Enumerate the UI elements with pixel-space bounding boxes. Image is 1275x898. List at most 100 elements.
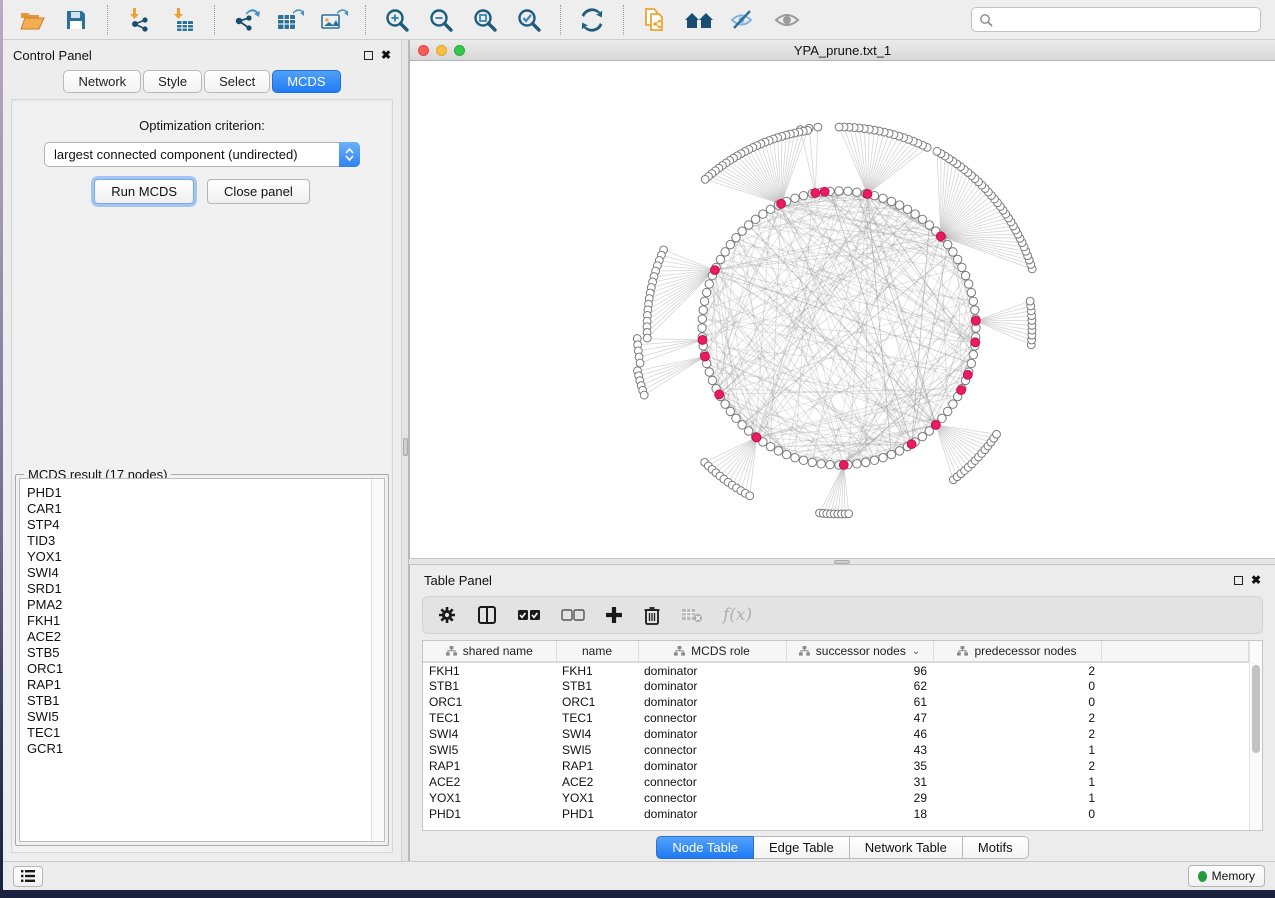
network-node[interactable] <box>967 288 975 296</box>
mcds-result-item[interactable]: YOX1 <box>27 549 384 565</box>
network-node[interactable] <box>853 188 861 196</box>
export-image-button[interactable] <box>315 4 353 36</box>
network-node[interactable] <box>887 197 895 205</box>
mcds-result-item[interactable]: STB5 <box>27 645 384 661</box>
zoom-out-button[interactable] <box>422 4 460 36</box>
run-mcds-button[interactable]: Run MCDS <box>94 179 194 204</box>
network-node[interactable] <box>862 458 870 466</box>
network-leaf-node[interactable] <box>701 175 709 183</box>
mcds-dominator-node[interactable] <box>777 199 786 208</box>
mcds-dominator-node[interactable] <box>710 266 719 275</box>
zoom-fit-button[interactable] <box>466 4 504 36</box>
export-network-button[interactable] <box>227 4 265 36</box>
network-node[interactable] <box>782 450 790 458</box>
criterion-select[interactable]: largest connected component (undirected) <box>44 142 360 167</box>
column-header-successor-nodes[interactable]: successor nodes⌄ <box>786 641 933 662</box>
network-node[interactable] <box>943 240 951 248</box>
network-node[interactable] <box>887 450 895 458</box>
network-graph[interactable] <box>410 61 1274 557</box>
network-node[interactable] <box>911 210 919 218</box>
first-neighbors-button[interactable] <box>680 4 718 36</box>
network-node[interactable] <box>895 447 903 455</box>
mcds-result-list[interactable]: PHD1CAR1STP4TID3YOX1SWI4SRD1PMA2FKH1ACE2… <box>19 478 385 842</box>
column-header-MCDS-role[interactable]: MCDS role <box>638 641 786 662</box>
tab-select[interactable]: Select <box>204 70 270 93</box>
network-node[interactable] <box>943 407 951 415</box>
export-table-button[interactable] <box>271 4 309 36</box>
network-node[interactable] <box>700 297 708 305</box>
table-row[interactable]: YOX1YOX1connector291 <box>423 790 1249 806</box>
table-row[interactable]: ACE2ACE2connector311 <box>423 774 1249 790</box>
mcds-result-item[interactable]: TID3 <box>27 533 384 549</box>
mcds-dominator-node[interactable] <box>963 370 972 379</box>
network-canvas[interactable] <box>410 61 1275 558</box>
network-node[interactable] <box>698 324 706 332</box>
mcds-dominator-node[interactable] <box>701 352 710 361</box>
delete-column-button[interactable] <box>643 605 661 625</box>
save-session-button[interactable] <box>57 4 95 36</box>
table-settings-button[interactable] <box>437 605 457 625</box>
mcds-list-scrollbar[interactable] <box>371 479 384 841</box>
network-node[interactable] <box>705 368 713 376</box>
network-node[interactable] <box>961 271 969 279</box>
mcds-dominator-node[interactable] <box>820 187 829 196</box>
mcds-result-item[interactable]: PHD1 <box>27 485 384 501</box>
network-node[interactable] <box>726 240 734 248</box>
mcds-result-item[interactable]: STP4 <box>27 517 384 533</box>
close-panel-button[interactable]: Close panel <box>207 179 310 204</box>
mcds-dominator-node[interactable] <box>863 190 872 199</box>
network-node[interactable] <box>721 248 729 256</box>
show-all-button[interactable] <box>768 4 806 36</box>
horizontal-splitter[interactable] <box>409 558 1275 565</box>
network-node[interactable] <box>732 233 740 241</box>
network-node[interactable] <box>738 421 746 429</box>
mcds-result-item[interactable]: CAR1 <box>27 501 384 517</box>
table-row[interactable]: SWI4SWI4dominator462 <box>423 726 1249 742</box>
table-row[interactable]: TEC1TEC1connector472 <box>423 710 1249 726</box>
mcds-dominator-node[interactable] <box>698 336 707 345</box>
network-node[interactable] <box>949 248 957 256</box>
network-node[interactable] <box>799 191 807 199</box>
tab-mcds[interactable]: MCDS <box>272 70 340 93</box>
network-leaf-node[interactable] <box>1026 297 1034 305</box>
table-row[interactable]: STB1STB1dominator620 <box>423 678 1249 694</box>
network-node[interactable] <box>751 215 759 223</box>
mcds-result-item[interactable]: RAP1 <box>27 677 384 693</box>
network-node[interactable] <box>918 215 926 223</box>
node-table[interactable]: shared namenameMCDS rolesuccessor nodes⌄… <box>422 640 1263 831</box>
splitter-grip[interactable] <box>834 560 850 564</box>
network-node[interactable] <box>967 359 975 367</box>
mcds-result-item[interactable]: GCR1 <box>27 741 384 757</box>
show-columns-button[interactable] <box>477 605 497 625</box>
mcds-result-item[interactable]: STB1 <box>27 693 384 709</box>
tab-node-table[interactable]: Node Table <box>656 836 754 859</box>
table-row[interactable]: FKH1FKH1dominator962 <box>423 662 1249 678</box>
mcds-dominator-node[interactable] <box>936 232 945 241</box>
network-node[interactable] <box>835 187 843 195</box>
create-column-button[interactable] <box>605 606 623 624</box>
network-leaf-node[interactable] <box>993 430 1001 438</box>
table-scrollbar[interactable] <box>1249 641 1262 830</box>
hide-selected-button[interactable] <box>724 4 762 36</box>
network-node[interactable] <box>738 227 746 235</box>
mcds-result-item[interactable]: SRD1 <box>27 581 384 597</box>
close-panel-icon[interactable]: ✖ <box>381 51 391 60</box>
table-row[interactable]: ORC1ORC1dominator610 <box>423 694 1249 710</box>
network-leaf-node[interactable] <box>814 123 822 131</box>
table-row[interactable]: RAP1RAP1dominator352 <box>423 758 1249 774</box>
mcds-dominator-node[interactable] <box>715 390 724 399</box>
mcds-result-item[interactable]: SWI4 <box>27 565 384 581</box>
network-leaf-node[interactable] <box>746 492 754 500</box>
network-node[interactable] <box>799 456 807 464</box>
network-leaf-node[interactable] <box>640 391 648 399</box>
mcds-result-item[interactable]: ACE2 <box>27 629 384 645</box>
close-panel-icon[interactable]: ✖ <box>1251 576 1261 585</box>
import-network-button[interactable] <box>120 4 158 36</box>
vertical-splitter[interactable] <box>401 40 409 861</box>
tab-edge-table[interactable]: Edge Table <box>754 836 850 859</box>
network-node[interactable] <box>969 351 977 359</box>
network-node[interactable] <box>744 221 752 229</box>
splitter-grip[interactable] <box>403 438 408 456</box>
column-header-predecessor-nodes[interactable]: predecessor nodes <box>933 641 1101 662</box>
network-node[interactable] <box>918 432 926 440</box>
